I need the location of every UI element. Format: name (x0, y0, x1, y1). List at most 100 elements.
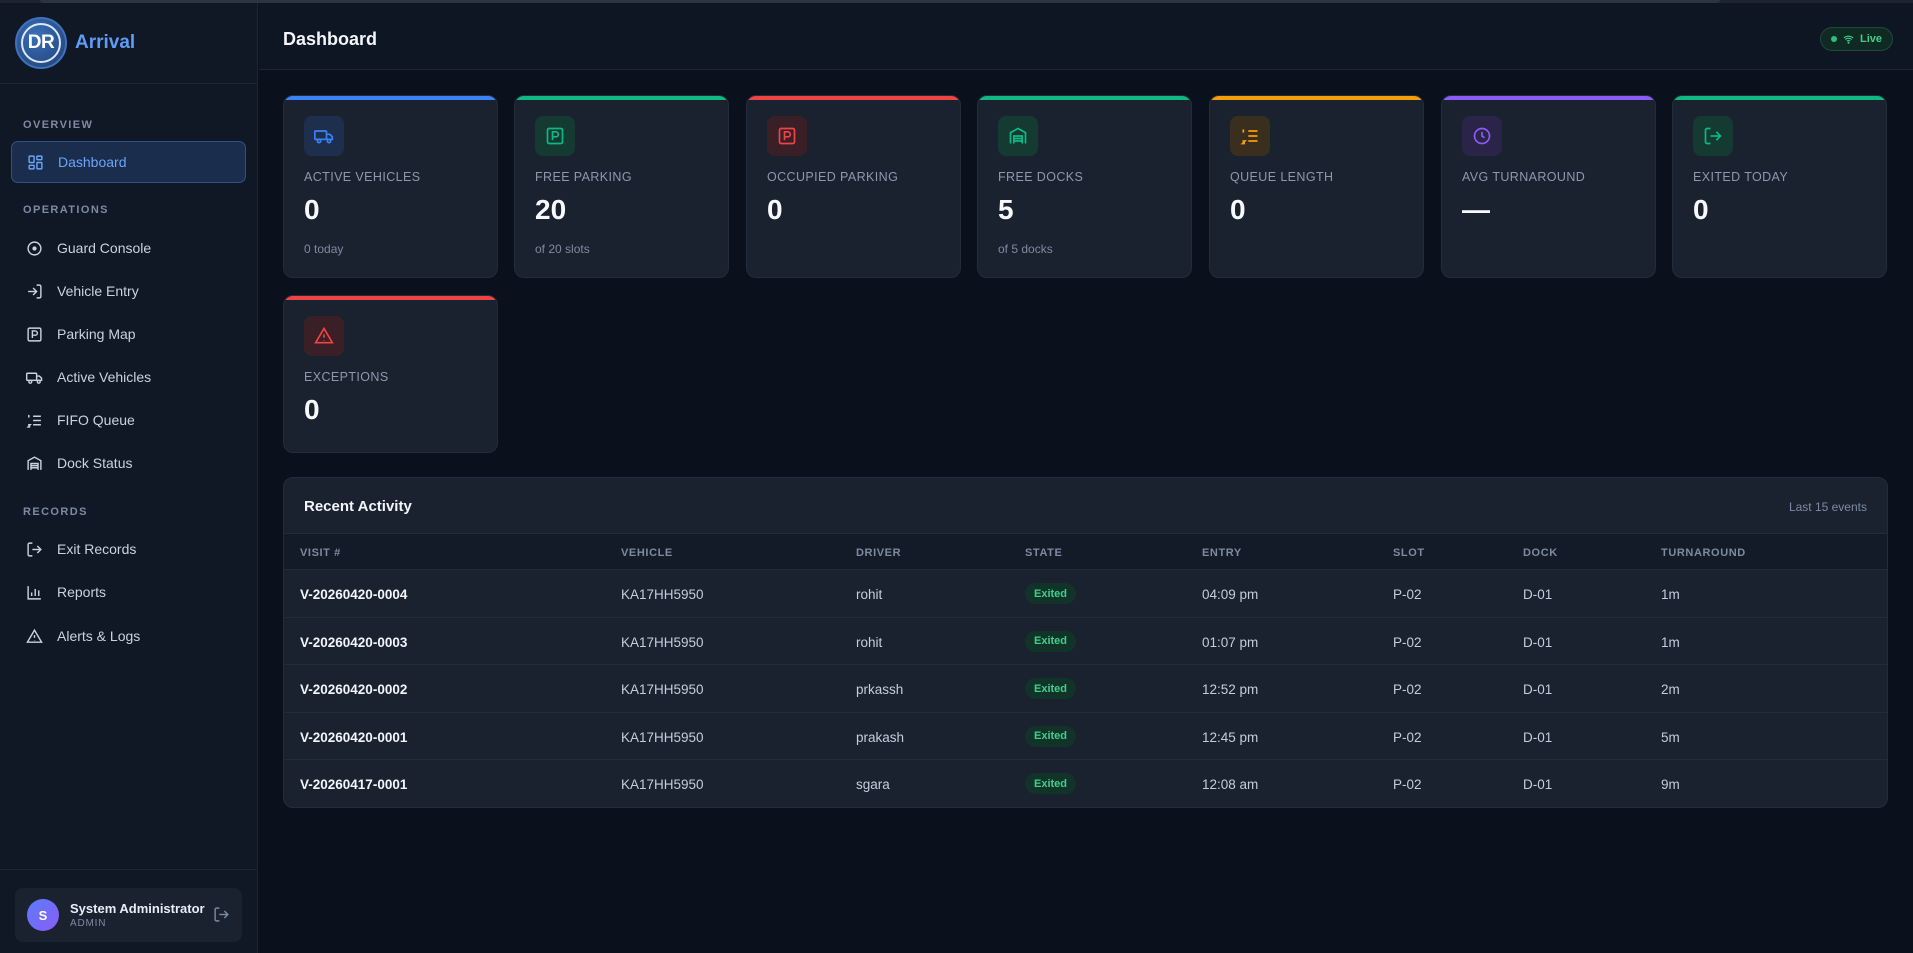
cell-slot: P-02 (1393, 729, 1422, 745)
user-name: System Administrator (70, 901, 205, 916)
status-badge: Exited (1025, 725, 1077, 747)
card-accent (1442, 96, 1655, 100)
sidebar-item-active-vehicles[interactable]: Active Vehicles (11, 356, 246, 398)
cell-driver: prakash (856, 729, 905, 745)
cell-entry: 01:07 pm (1202, 634, 1259, 650)
column-header-slot: SLOT (1393, 547, 1425, 559)
cell-visit: V-20260417-0001 (300, 777, 408, 792)
stat-subtext: of 20 slots (535, 242, 590, 256)
sidebar-item-guard-console[interactable]: Guard Console (11, 227, 246, 269)
wifi-icon (1843, 35, 1854, 44)
card-accent (1210, 96, 1423, 100)
table-row[interactable]: V-20260417-0001 KA17HH5950 sgara Exited … (284, 760, 1887, 807)
list-icon (1230, 116, 1270, 156)
stat-subtext: of 5 docks (998, 242, 1053, 256)
status-badge: Exited (1025, 630, 1077, 652)
card-accent (978, 96, 1191, 100)
sidebar-item-dashboard[interactable]: Dashboard (11, 141, 246, 183)
live-label: Live (1859, 33, 1882, 45)
brand-logo-ring: DR (21, 23, 61, 63)
cell-dock: D-01 (1523, 729, 1553, 745)
alert-icon (26, 628, 43, 645)
bar-chart-icon (26, 584, 43, 601)
cell-slot: P-02 (1393, 777, 1422, 792)
sidebar-item-label: Exit Records (57, 541, 137, 557)
cell-slot: P-02 (1393, 634, 1422, 650)
grid-icon (27, 154, 44, 171)
sidebar-item-reports[interactable]: Reports (11, 571, 246, 613)
stat-label: AVG TURNAROUND (1462, 170, 1586, 184)
cell-vehicle: KA17HH5950 (621, 729, 704, 745)
parking-icon (767, 116, 807, 156)
card-accent (284, 96, 497, 100)
sidebar-item-fifo-queue[interactable]: FIFO Queue (11, 399, 246, 441)
stat-label: EXCEPTIONS (304, 370, 389, 384)
table-row[interactable]: V-20260420-0002 KA17HH5950 prkassh Exite… (284, 665, 1887, 713)
status-badge: Exited (1025, 678, 1077, 699)
logout-icon (26, 541, 43, 558)
status-badge: Exited (1025, 583, 1077, 604)
table-row[interactable]: V-20260420-0004 KA17HH5950 rohit Exited … (284, 570, 1887, 618)
sidebar-item-label: FIFO Queue (57, 412, 135, 428)
user-card[interactable]: S System Administrator ADMIN (15, 888, 242, 942)
warehouse-icon (26, 455, 43, 472)
clock-icon (1462, 116, 1502, 156)
sidebar-item-exit-records[interactable]: Exit Records (11, 528, 246, 570)
sidebar-item-vehicle-entry[interactable]: Vehicle Entry (11, 270, 246, 312)
stat-label: QUEUE LENGTH (1230, 170, 1334, 184)
table-row[interactable]: V-20260420-0003 KA17HH5950 rohit Exited … (284, 618, 1887, 665)
stat-card-exceptions: EXCEPTIONS 0 (283, 295, 498, 453)
list-icon (26, 412, 43, 429)
brand-name: Arrival (75, 32, 136, 53)
table-row[interactable]: V-20260420-0001 KA17HH5950 prakash Exite… (284, 713, 1887, 760)
sidebar-item-parking-map[interactable]: Parking Map (11, 313, 246, 355)
cell-turnaround: 9m (1661, 777, 1680, 792)
nav-section-operations: OPERATIONS (23, 204, 109, 216)
column-header-entry: ENTRY (1202, 547, 1242, 559)
stat-label: ACTIVE VEHICLES (304, 170, 421, 184)
truck-icon (304, 116, 344, 156)
stat-subtext: 0 today (304, 242, 344, 256)
cell-visit: V-20260420-0004 (300, 587, 408, 602)
brand-logo[interactable]: DR (15, 17, 67, 69)
sidebar-item-alerts-logs[interactable]: Alerts & Logs (11, 615, 246, 657)
page-title: Dashboard (283, 29, 378, 49)
sidebar-item-dock-status[interactable]: Dock Status (11, 442, 246, 484)
recent-activity-title: Recent Activity (304, 498, 412, 515)
cell-vehicle: KA17HH5950 (621, 634, 704, 650)
cell-vehicle: KA17HH5950 (621, 682, 704, 697)
logout-icon (1693, 116, 1733, 156)
stat-value: 20 (535, 194, 567, 225)
status-badge: Exited (1025, 773, 1077, 794)
stat-label: EXITED TODAY (1693, 170, 1789, 184)
sidebar-item-label: Active Vehicles (57, 369, 152, 385)
avatar: S (27, 899, 59, 931)
brand-logo-text: DR (27, 32, 55, 53)
logout-icon[interactable] (213, 906, 230, 923)
cell-visit: V-20260420-0001 (300, 729, 408, 745)
stat-card-free-parking: FREE PARKING 20 of 20 slots (514, 95, 729, 278)
parking-icon (535, 116, 575, 156)
stat-card-active-vehicles: ACTIVE VEHICLES 0 0 today (283, 95, 498, 278)
cell-turnaround: 1m (1661, 587, 1680, 602)
cell-slot: P-02 (1393, 682, 1422, 697)
column-header-turnaround: TURNAROUND (1661, 547, 1746, 559)
nav-section-overview: OVERVIEW (23, 119, 94, 131)
parking-icon (26, 326, 43, 343)
cell-entry: 12:52 pm (1202, 682, 1259, 697)
stat-value: 5 (998, 194, 1014, 225)
recent-activity-panel: Recent Activity Last 15 events VISIT # V… (283, 477, 1888, 808)
live-status-badge: Live (1819, 27, 1893, 51)
cell-visit: V-20260420-0003 (300, 634, 408, 650)
column-header-visit: VISIT # (300, 547, 341, 559)
sidebar-item-label: Parking Map (57, 326, 136, 342)
sidebar-divider (0, 869, 258, 870)
recent-activity-meta: Last 15 events (1788, 500, 1867, 514)
cell-visit: V-20260420-0002 (300, 682, 408, 697)
warehouse-icon (998, 116, 1038, 156)
cell-driver: rohit (856, 634, 883, 650)
stat-card-exited-today: EXITED TODAY 0 (1672, 95, 1887, 278)
recent-activity-header: Recent Activity Last 15 events (284, 478, 1887, 534)
stat-card-free-docks: FREE DOCKS 5 of 5 docks (977, 95, 1192, 278)
cell-entry: 04:09 pm (1202, 587, 1259, 602)
